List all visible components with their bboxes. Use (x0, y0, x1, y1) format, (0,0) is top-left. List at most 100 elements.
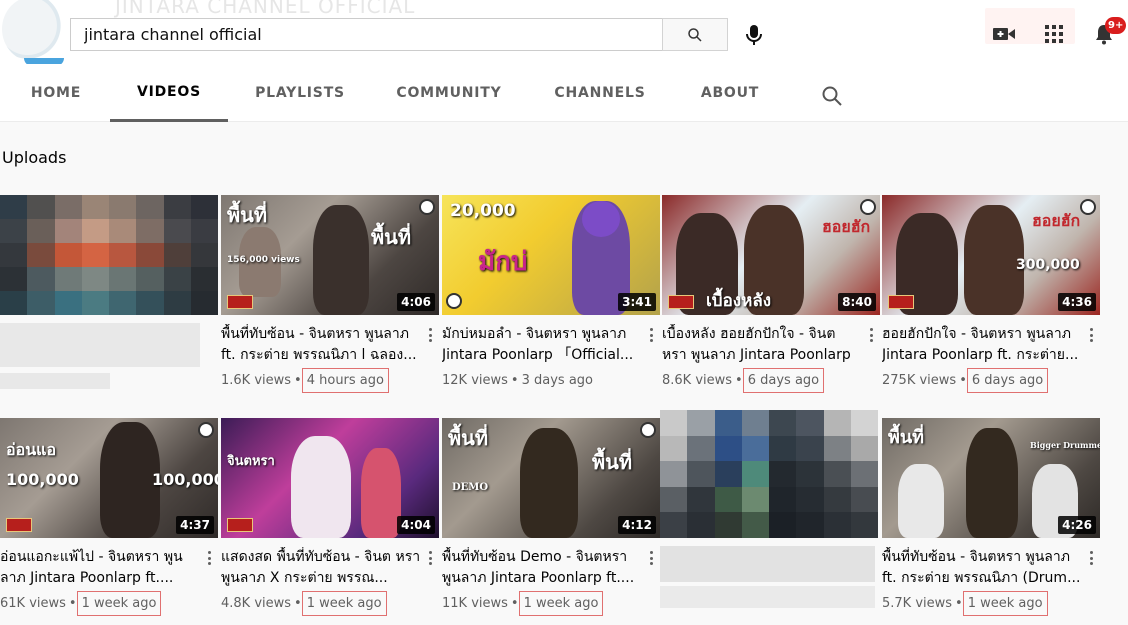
tab-videos[interactable]: VIDEOS (110, 64, 228, 122)
channel-title-ghost: JINTARA CHANNEL OFFICIAL (115, 0, 416, 18)
more-vert-icon[interactable] (645, 326, 657, 344)
thumbnail-figure (898, 464, 944, 538)
video-thumbnail[interactable]: 300,000 ฮอยฮัก 4:36 (882, 195, 1100, 315)
video-title[interactable]: ฮอยฮักปักใจ - จินตหรา พูนลาภ Jintara Poo… (882, 324, 1082, 366)
tab-playlists[interactable]: PLAYLISTS (248, 64, 352, 122)
thumbnail-caption: พื้นที่ (448, 426, 489, 450)
video-duration: 4:04 (397, 516, 435, 534)
video-views: 61K views (0, 596, 66, 611)
blurred-meta (660, 586, 875, 608)
tab-channels[interactable]: CHANNELS (545, 64, 655, 122)
channel-avatar[interactable] (2, 0, 66, 62)
more-vert-icon[interactable] (645, 549, 657, 567)
apps-button[interactable] (1040, 20, 1068, 48)
video-meta: 275K views • 6 days ago (882, 368, 1049, 393)
video-meta: 61K views • 1 week ago (0, 591, 162, 616)
thumbnail-ribbon (668, 295, 694, 309)
thumbnail-views: 20,000 (450, 201, 516, 221)
video-title[interactable]: พื้นที่ทับซ้อน - จินตหรา พูนลาภ ft. กระต… (221, 324, 421, 366)
video-views: 11K views (442, 596, 508, 611)
blurred-title (0, 323, 200, 367)
more-vert-icon[interactable] (203, 549, 215, 567)
blurred-title (660, 546, 875, 582)
more-vert-icon[interactable] (1085, 326, 1097, 344)
pixelated-image (0, 195, 218, 315)
video-thumbnail-blurred[interactable] (660, 410, 878, 538)
channel-search-icon[interactable] (820, 84, 844, 108)
video-thumbnail-blurred[interactable] (0, 195, 218, 315)
video-age: 3 days ago (521, 373, 593, 388)
search-input[interactable] (84, 25, 663, 44)
video-duration: 8:40 (838, 293, 876, 311)
tab-community[interactable]: COMMUNITY (388, 64, 510, 122)
video-age: 1 week ago (301, 591, 387, 616)
video-age: 4 hours ago (301, 368, 389, 393)
video-views: 275K views (882, 373, 957, 388)
tab-home[interactable]: HOME (20, 64, 92, 122)
video-age: 6 days ago (966, 368, 1049, 393)
video-duration: 3:41 (618, 293, 656, 311)
video-title[interactable]: พื้นที่ทับซ้อน - จินตหรา พูนลาภ ft. กระต… (882, 547, 1082, 589)
video-thumbnail[interactable]: เบื้องหลัง ฮอยฮัก 8:40 (662, 195, 880, 315)
thumbnail-caption: อ่อนแอ (6, 440, 57, 459)
video-age: 6 days ago (742, 368, 825, 393)
video-title[interactable]: พื้นที่ทับซ้อน Demo - จินตหรา พูนลาภ Jin… (442, 547, 642, 589)
channel-watermark-icon (446, 293, 462, 309)
tab-about[interactable]: ABOUT (690, 64, 770, 122)
video-camera-icon (993, 28, 1015, 40)
thumbnail-figure (966, 428, 1018, 538)
video-meta: 11K views • 1 week ago (442, 591, 604, 616)
video-views: 1.6K views (221, 373, 292, 388)
more-vert-icon[interactable] (424, 326, 436, 344)
thumbnail-figure (964, 205, 1024, 315)
video-views: 8.6K views (662, 373, 733, 388)
thumbnail-ribbon (227, 518, 253, 532)
video-thumbnail[interactable]: จินตหรา 4:04 (221, 418, 439, 538)
channel-tabs: HOME VIDEOS PLAYLISTS COMMUNITY CHANNELS… (0, 64, 1128, 122)
section-title: Uploads (2, 148, 67, 167)
thumbnail-ribbon (227, 295, 253, 309)
pixelated-image (660, 410, 878, 538)
thumbnail-ribbon (888, 295, 914, 309)
video-meta: 1.6K views • 4 hours ago (221, 368, 389, 393)
thumbnail-figure (520, 428, 578, 538)
thumbnail-caption: ฮอยฮัก (822, 217, 871, 236)
voice-search-button[interactable] (740, 20, 768, 50)
video-title[interactable]: อ่อนแอกะแพ้ไป - จินตหรา พูน ลาภ Jintara … (0, 547, 200, 589)
video-duration: 4:06 (397, 293, 435, 311)
thumbnail-views: 100,000 (6, 470, 79, 489)
thumbnail-caption: พื้นที่ (371, 225, 412, 249)
thumbnail-caption: มักบ่ (478, 247, 528, 277)
video-title[interactable]: มักบ่หมอลำ - จินตหรา พูนลาภ Jintara Poon… (442, 324, 642, 366)
video-age: 1 week ago (518, 591, 604, 616)
search-icon (688, 27, 702, 42)
more-vert-icon[interactable] (1085, 549, 1097, 567)
thumbnail-figure (361, 448, 401, 538)
video-title[interactable]: แสดงสด พื้นที่ทับซ้อน - จินต หรา พูนลาภ … (221, 547, 421, 589)
more-vert-icon[interactable] (865, 326, 877, 344)
search-box[interactable] (70, 18, 663, 51)
video-views: 5.7K views (882, 596, 953, 611)
video-thumbnail[interactable]: พื้นที่ พื้นที่ DEMO 4:12 (442, 418, 660, 538)
channel-watermark-icon (860, 199, 876, 215)
video-duration: 4:26 (1058, 516, 1096, 534)
blurred-meta (0, 373, 110, 389)
video-duration: 4:36 (1058, 293, 1096, 311)
more-vert-icon[interactable] (424, 549, 436, 567)
video-thumbnail[interactable]: พื้นที่ Bigger Drummer 4:26 (882, 418, 1100, 538)
apps-grid-icon (1045, 25, 1063, 43)
video-thumbnail[interactable]: พื้นที่ พื้นที่ 156,000 views 4:06 (221, 195, 439, 315)
video-age: 1 week ago (76, 591, 162, 616)
thumbnail-figure (313, 205, 369, 315)
create-video-button[interactable] (990, 20, 1018, 48)
thumbnail-caption: พื้นที่ (888, 427, 925, 448)
video-title[interactable]: เบื้องหลัง ฮอยฮักปักใจ - จินต หรา พูนลาภ… (662, 324, 862, 366)
video-views: 12K views (442, 373, 508, 388)
thumbnail-hair (582, 201, 620, 237)
masthead: JINTARA CHANNEL OFFICIAL 9+ (0, 0, 1128, 66)
video-meta: 4.8K views • 1 week ago (221, 591, 387, 616)
channel-watermark-icon (419, 199, 435, 215)
video-thumbnail[interactable]: อ่อนแอ 100,000 100,000 4:37 (0, 418, 218, 538)
video-thumbnail[interactable]: 20,000 มักบ่ 3:41 (442, 195, 660, 315)
search-button[interactable] (662, 18, 728, 51)
